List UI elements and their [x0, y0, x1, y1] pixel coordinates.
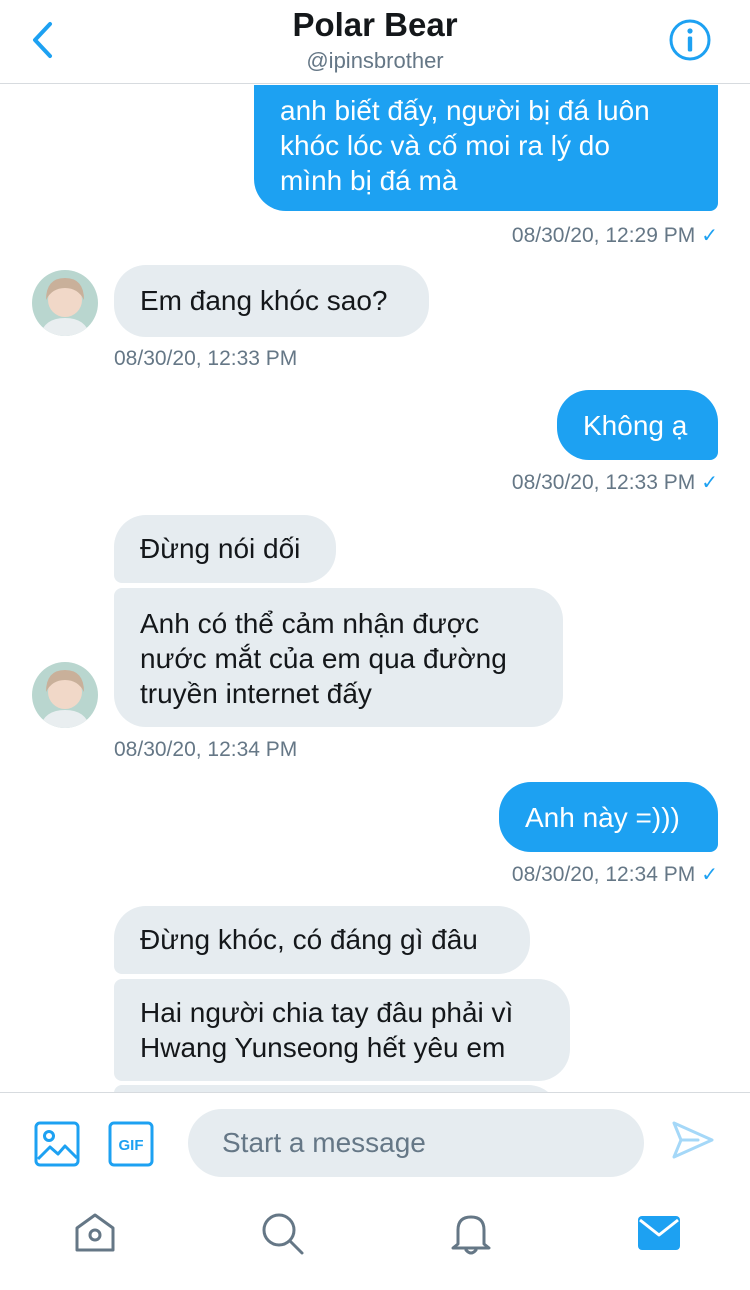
message-timestamp: 08/30/20, 12:29 PM ✓ — [511, 224, 718, 247]
tab-messages[interactable] — [636, 1210, 682, 1256]
profile-photo — [32, 270, 98, 336]
message-text: Anh có thể cảm nhận được nước mắt của em… — [140, 608, 507, 709]
received-message[interactable]: Em đang khóc sao? — [114, 265, 429, 337]
info-button[interactable] — [668, 18, 712, 62]
bottom-navigation — [0, 1192, 750, 1290]
message-composer: GIF — [0, 1092, 750, 1192]
tab-home[interactable] — [72, 1210, 118, 1256]
add-gif-button[interactable]: GIF — [108, 1121, 154, 1167]
read-receipt-icon: ✓ — [701, 472, 718, 494]
sent-message[interactable]: anh biết đấy, người bị đá luôn khóc lóc … — [254, 85, 718, 211]
sent-message[interactable]: Không ạ — [557, 390, 718, 460]
gif-label: GIF — [119, 1137, 144, 1154]
message-text: Đừng nói dối — [140, 533, 301, 564]
message-timestamp: 08/30/20, 12:34 PM — [114, 738, 298, 761]
read-receipt-icon: ✓ — [701, 225, 718, 247]
search-icon — [262, 1213, 304, 1255]
message-text: Đừng khóc, có đáng gì đâu — [140, 924, 478, 955]
avatar[interactable] — [32, 270, 98, 336]
message-input[interactable] — [188, 1109, 644, 1177]
received-message[interactable]: Đừng nói dối — [114, 515, 336, 583]
profile-photo — [32, 662, 98, 728]
bell-icon — [451, 1215, 491, 1255]
read-receipt-icon: ✓ — [701, 864, 718, 886]
message-timestamp: 08/30/20, 12:33 PM — [114, 347, 298, 370]
add-photo-button[interactable] — [34, 1121, 80, 1167]
message-text: Em đang khóc sao? — [140, 285, 388, 316]
avatar[interactable] — [32, 662, 98, 728]
gif-icon: GIF — [108, 1121, 154, 1167]
received-message[interactable]: Hai người chia tay đâu phải vì Hwang Yun… — [114, 979, 570, 1081]
message-list[interactable]: anh biết đấy, người bị đá luôn khóc lóc … — [0, 85, 750, 1092]
contact-handle: @ipinsbrother — [306, 48, 444, 73]
tab-search[interactable] — [259, 1210, 305, 1256]
received-message[interactable]: Anh có thể cảm nhận được nước mắt của em… — [114, 588, 563, 727]
conversation-header: Polar Bear @ipinsbrother — [0, 0, 750, 84]
message-text: Hai người chia tay đâu phải vì Hwang Yun… — [140, 997, 514, 1063]
mail-icon — [638, 1216, 680, 1250]
send-button[interactable] — [668, 1115, 718, 1165]
message-text: Anh này =))) — [525, 802, 680, 833]
received-message-partial[interactable] — [114, 1085, 560, 1092]
contact-name[interactable]: Polar Bear — [0, 6, 750, 44]
message-timestamp: 08/30/20, 12:33 PM ✓ — [511, 471, 718, 494]
sent-message[interactable]: Anh này =))) — [499, 782, 718, 852]
info-icon — [669, 19, 711, 61]
tab-notifications[interactable] — [448, 1210, 494, 1256]
message-timestamp: 08/30/20, 12:34 PM ✓ — [511, 863, 718, 886]
message-text: Không ạ — [583, 410, 688, 441]
send-icon — [672, 1121, 714, 1159]
received-message[interactable]: Đừng khóc, có đáng gì đâu — [114, 906, 530, 974]
home-icon — [75, 1213, 115, 1252]
message-text: anh biết đấy, người bị đá luôn khóc lóc … — [280, 95, 650, 196]
image-icon — [34, 1121, 80, 1167]
